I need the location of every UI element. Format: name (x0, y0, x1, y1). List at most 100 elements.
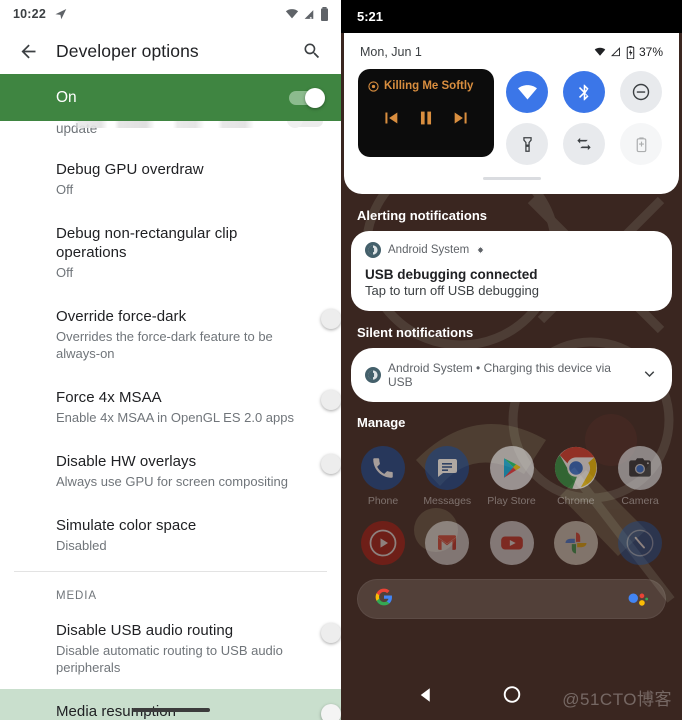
setting-title: Force 4x MSAA (56, 389, 162, 406)
notifications-section: Alerting notifications Android System US… (341, 194, 682, 430)
chevron-down-icon[interactable] (641, 365, 658, 385)
developer-options-panel: 10:22 Developer options On update Debug … (0, 0, 341, 720)
youtube-icon (489, 521, 534, 565)
bluetooth-icon (578, 84, 589, 100)
setting-subtitle: Enable 4x MSAA in OpenGL ES 2.0 apps (56, 410, 294, 425)
master-toggle-switch[interactable] (289, 87, 325, 108)
assistant-icon[interactable] (627, 591, 649, 607)
signal-icon (610, 47, 620, 57)
nav-back-icon[interactable] (417, 686, 435, 709)
setting-title: Disable HW overlays (56, 453, 197, 470)
auto-rotate-icon (577, 137, 591, 151)
app-youtube[interactable] (486, 521, 538, 565)
section-header-media: MEDIA (56, 590, 97, 602)
flashlight-icon (522, 136, 532, 152)
android-system-icon (365, 367, 381, 383)
tile-auto-rotate[interactable] (563, 123, 605, 165)
app-chrome[interactable]: Chrome (550, 446, 602, 507)
search-icon[interactable] (297, 36, 327, 66)
page-title: Developer options (56, 40, 199, 61)
signal-off-icon (304, 9, 314, 19)
quick-settings-drag-handle[interactable] (482, 177, 541, 180)
app-label: Play Store (487, 495, 536, 507)
app-phone[interactable]: Phone (357, 446, 409, 507)
battery-charging-icon (626, 45, 635, 59)
setting-row-debug-gpu-overdraw[interactable]: Debug GPU overdraw Off (0, 147, 341, 211)
debug-icon (477, 246, 484, 253)
app-gmail[interactable] (421, 521, 473, 565)
developer-options-master-toggle-row[interactable]: On (0, 74, 341, 121)
setting-row-simulate-color-space[interactable]: Simulate color space Disabled (0, 503, 341, 567)
app-label: Phone (367, 495, 399, 507)
media-controls (368, 92, 484, 149)
setting-row-disable-hw-overlays[interactable]: Disable HW overlays Always use GPU for s… (0, 439, 341, 503)
android-notification-shade-panel: 5:21 Mon, Jun 1 37% Killing Me Softly Al… (341, 0, 682, 720)
media-title-row: Killing Me Softly (368, 80, 484, 92)
setting-row-disable-usb-audio-routing[interactable]: Disable USB audio routing Disable automa… (0, 608, 341, 689)
pause-icon[interactable] (415, 107, 437, 134)
google-g-icon (374, 587, 394, 612)
setting-title: Disable USB audio routing (56, 622, 234, 639)
setting-row-force-4x-msaa[interactable]: Force 4x MSAA Enable 4x MSAA in OpenGL E… (0, 375, 341, 439)
notification-subtitle: Tap to turn off USB debugging (365, 283, 539, 298)
partially-hidden-setting-row[interactable]: update (0, 112, 341, 147)
battery-icon (321, 7, 328, 21)
tile-battery-saver[interactable] (620, 123, 662, 165)
media-player-card[interactable]: Killing Me Softly (358, 69, 494, 157)
setting-subtitle: Disabled (56, 538, 107, 553)
tile-wifi[interactable] (506, 71, 548, 113)
tile-bluetooth[interactable] (563, 71, 605, 113)
app-label: Chrome (557, 495, 595, 507)
home-gesture-indicator[interactable] (131, 708, 210, 712)
next-icon[interactable] (451, 107, 473, 134)
app-bar: Developer options (0, 28, 341, 74)
tile-flashlight[interactable] (506, 123, 548, 165)
google-search-bar[interactable] (357, 579, 666, 619)
app-photos[interactable] (550, 521, 602, 565)
notification-app-row: Android System (365, 242, 658, 258)
photos-icon (553, 521, 598, 565)
wifi-icon (517, 84, 537, 99)
android-system-icon (365, 242, 381, 258)
notification-app-name: Android System (388, 244, 470, 256)
quick-settings-tiles (506, 69, 662, 165)
status-icons-group (285, 7, 329, 21)
notification-charging-usb[interactable]: Android System • Charging this device vi… (351, 348, 672, 402)
nav-home-icon[interactable] (502, 685, 521, 709)
setting-subtitle: Off (56, 265, 74, 280)
alerting-notifications-header: Alerting notifications (357, 208, 487, 223)
battery-saver-icon (636, 136, 646, 152)
quick-settings-header: Mon, Jun 1 37% (358, 43, 665, 69)
notification-summary: Android System • Charging this device vi… (388, 361, 611, 389)
qs-date: Mon, Jun 1 (360, 45, 422, 59)
manage-notifications-button[interactable]: Manage (351, 402, 672, 430)
master-toggle-label: On (56, 88, 77, 106)
app-messages[interactable]: Messages (421, 446, 473, 507)
right-status-bar: 5:21 (341, 0, 682, 33)
home-screen-apps: Phone Messages Play Store Chrome Camera (341, 430, 682, 565)
watermark: @51CTO博客 (562, 690, 672, 709)
app-play-store[interactable]: Play Store (486, 446, 538, 507)
record-icon (368, 80, 379, 92)
previous-icon[interactable] (379, 107, 401, 134)
app-clock[interactable] (614, 521, 666, 565)
tile-do-not-disturb[interactable] (620, 71, 662, 113)
setting-subtitle: Always use GPU for screen compositing (56, 474, 288, 489)
setting-title: Debug non-rectangular clip operations (56, 225, 238, 261)
qs-status-icons: 37% (594, 45, 663, 59)
shade-clock: 5:21 (357, 9, 384, 24)
app-camera[interactable]: Camera (614, 446, 666, 507)
setting-row-media-resumption[interactable]: Media resumption Shows and persists medi… (0, 689, 341, 720)
setting-title: Debug GPU overdraw (56, 161, 204, 178)
youtube-music-icon (361, 521, 405, 565)
quick-settings-body: Killing Me Softly (358, 69, 665, 165)
app-youtube-music[interactable] (357, 521, 409, 565)
chrome-icon (554, 446, 598, 490)
setting-row-override-force-dark[interactable]: Override force-dark Overrides the force-… (0, 294, 341, 375)
app-label: Camera (621, 495, 659, 507)
notification-usb-debugging[interactable]: Android System USB debugging connected T… (351, 231, 672, 311)
setting-row-debug-non-rectangular-clip[interactable]: Debug non-rectangular clip operations Of… (0, 211, 341, 294)
silent-notifications-header: Silent notifications (357, 325, 474, 340)
notification-title: USB debugging connected (365, 267, 538, 282)
back-arrow-icon[interactable] (12, 35, 44, 67)
